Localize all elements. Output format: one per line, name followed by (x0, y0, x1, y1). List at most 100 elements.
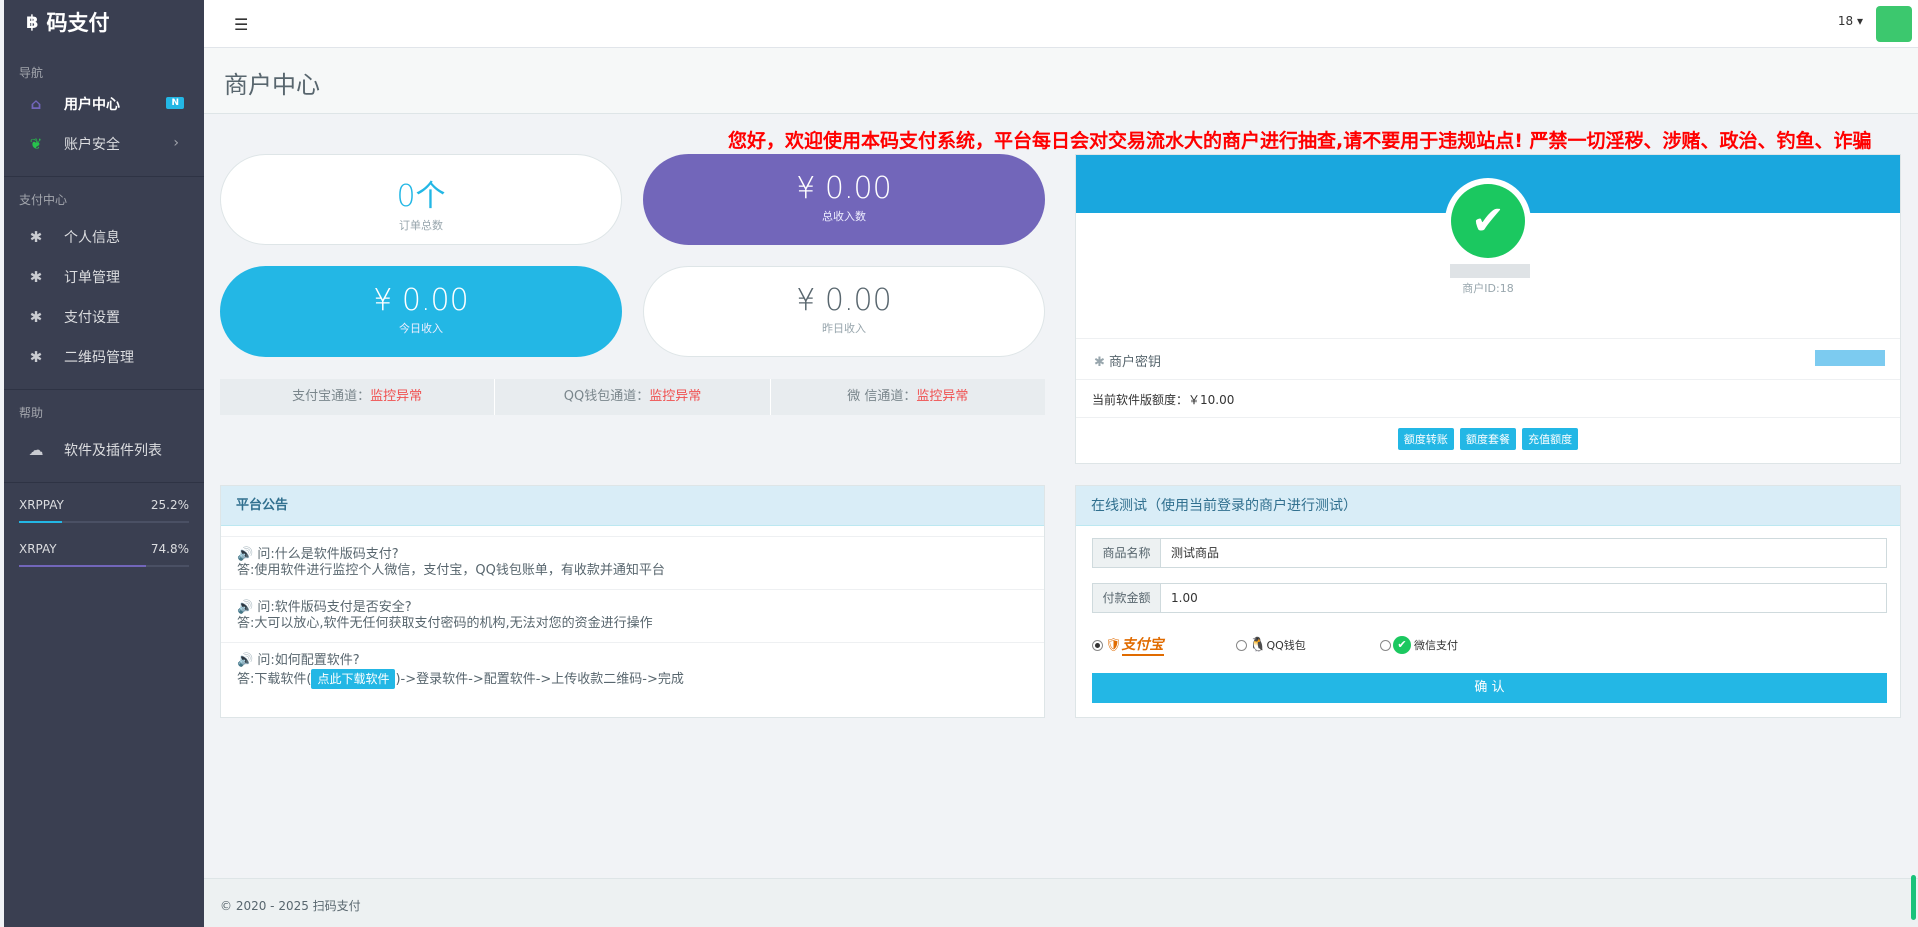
blurred-secret (1815, 350, 1885, 366)
gear-icon: ✱ (29, 228, 43, 246)
asterisk-icon: ✱ (1094, 355, 1110, 370)
notice-marquee: 您好，欢迎使用本码支付系统，平台每日会对交易流水大的商户进行抽查,请不要用于违规… (728, 130, 1872, 152)
speaker-icon: 🔊 (237, 547, 258, 562)
confirm-button[interactable]: 确 认 (1092, 673, 1887, 703)
faq-item: 🔊 问:如何配置软件? 答:下载软件(点此下载软件)->登录软件->配置软件->… (221, 642, 1044, 699)
divider (1076, 379, 1900, 380)
faq-item: 🔊 问:软件版码支付是否安全? 答:大可以放心,软件无任何获取支付密码的机构,无… (221, 589, 1044, 642)
sidebar-item-user-center[interactable]: ⌂ 用户中心 N (4, 84, 204, 124)
qq-penguin-icon: 🐧 (1249, 637, 1267, 653)
footer: © 2020 - 2025 扫码支付 (204, 878, 1918, 927)
page-title: 商户中心 (224, 71, 320, 99)
progress-label: XRPPAY (19, 498, 64, 512)
channel-alipay: 支付宝通道：监控异常 (220, 379, 496, 415)
panel-title: 在线测试（使用当前登录的商户进行测试） (1076, 486, 1900, 526)
stat-value: ¥ 0.00 (373, 283, 469, 318)
pay-section-title: 支付中心 (19, 193, 68, 207)
alipay-shield-icon: 🛡 (1105, 637, 1122, 653)
sidebar-item-label: 个人信息 (64, 230, 120, 246)
profile-card: ✔ 商户ID:18 ✱ 商户密钥 当前软件版额度：￥10.00 额度转账 额度套… (1075, 154, 1901, 464)
sidebar-item-label: 用户中心 (64, 97, 120, 113)
radio-button[interactable] (1380, 639, 1391, 651)
sidebar-item-label: 软件及插件列表 (64, 443, 162, 459)
speaker-icon: 🔊 (237, 653, 258, 668)
pay-option-wechat[interactable]: ✔ 微信支付 (1380, 634, 1524, 656)
stat-value: ¥ 0.00 (796, 283, 892, 318)
divider (1076, 417, 1900, 418)
nav-section-title: 导航 (19, 66, 44, 80)
faq-item: 🔊 问:什么是软件版码支付? 答:使用软件进行监控个人微信，支付宝，QQ钱包账单… (221, 536, 1044, 589)
channel-name: 微 信通道： (847, 389, 917, 404)
sidebar-item-qrcode[interactable]: ✱ 二维码管理 (4, 337, 204, 377)
faq-question: 🔊 问:如何配置软件? (237, 653, 360, 668)
channel-name: 支付宝通道： (292, 389, 371, 404)
brand-logo[interactable]: ฿ 码支付 (4, 0, 204, 44)
sidebar: ฿ 码支付 导航 ⌂ 用户中心 N ❦ 账户安全 › 支付中心 ✱ 个人信息 ✱… (4, 0, 204, 927)
radio-button[interactable] (1236, 639, 1247, 651)
product-name-label: 商品名称 (1093, 539, 1161, 567)
blurred-username (1450, 264, 1530, 278)
help-section-title: 帮助 (19, 406, 44, 420)
channel-status: 监控异常 (370, 389, 423, 404)
gear-icon: ✱ (29, 348, 43, 366)
pay-option-qq[interactable]: 🐧 QQ钱包 (1236, 634, 1380, 656)
pay-method-group: 🛡 支付宝 🐧 QQ钱包 ✔ 微信支付 (1092, 634, 1524, 656)
panel-title: 平台公告 (221, 486, 1044, 526)
sidebar-item-software-list[interactable]: ☁ 软件及插件列表 (4, 430, 204, 470)
download-software-button[interactable]: 点此下载软件 (311, 669, 396, 689)
gear-icon: ✱ (29, 268, 43, 286)
progress-percent: 25.2% (150, 498, 189, 512)
sidebar-item-orders[interactable]: ✱ 订单管理 (4, 257, 204, 297)
radio-button[interactable] (1092, 639, 1103, 651)
stat-today-income: ¥ 0.00 今日收入 (220, 266, 622, 357)
recharge-quota-button[interactable]: 充值额度 (1522, 428, 1579, 450)
brand-name: 码支付 (46, 11, 110, 35)
channel-status: 监控异常 (916, 389, 969, 404)
page-header: 商户中心 (204, 48, 1918, 114)
stat-order-count: 0个 订单总数 (220, 154, 622, 245)
progress-label: XRPAY (19, 542, 57, 556)
progress-bar (19, 521, 189, 523)
menu-toggle-icon[interactable]: ☰ (234, 15, 248, 34)
faq-answer: 答:大可以放心,软件无任何获取支付密码的机构,无法对您的资金进行操作 (237, 616, 653, 631)
sidebar-item-profile[interactable]: ✱ 个人信息 (4, 217, 204, 257)
gear-icon: ✱ (29, 308, 43, 326)
check-icon: ✔ (1451, 184, 1525, 258)
bitcoin-icon: ฿ (26, 11, 39, 33)
merchant-secret-label: ✱ 商户密钥 (1094, 355, 1162, 370)
avatar[interactable] (1876, 6, 1912, 42)
sidebar-item-label: 支付设置 (64, 310, 120, 326)
quota-transfer-button[interactable]: 额度转账 (1397, 428, 1454, 450)
channel-wechat: 微 信通道：监控异常 (771, 379, 1045, 415)
faq-answer: 答:使用软件进行监控个人微信，支付宝，QQ钱包账单，有收款并通知平台 (237, 563, 665, 578)
progress-row: XRPAY 74.8% (19, 539, 189, 559)
progress-list: XRPPAY 25.2% XRPAY 74.8% (4, 495, 204, 567)
sidebar-item-label: 账户安全 (64, 137, 120, 153)
user-dropdown[interactable]: 18 ▾ (1838, 14, 1863, 28)
wechat-check-icon: ✔ (1393, 636, 1411, 654)
quota-package-button[interactable]: 额度套餐 (1460, 428, 1516, 450)
amount-input[interactable]: 1.00 (1161, 584, 1886, 612)
product-name-input[interactable]: 测试商品 (1161, 539, 1886, 567)
channel-name: QQ钱包通道： (563, 389, 650, 404)
sidebar-item-label: 订单管理 (64, 270, 120, 286)
stat-label: 总收入数 (822, 210, 866, 223)
stat-label: 今日收入 (399, 322, 443, 335)
scrollbar-thumb[interactable] (1911, 875, 1916, 920)
sidebar-item-account-security[interactable]: ❦ 账户安全 › (4, 124, 204, 164)
faq-question: 🔊 问:软件版码支付是否安全? (237, 600, 412, 615)
divider (1076, 338, 1900, 339)
quota-text: 当前软件版额度：￥10.00 (1092, 393, 1235, 407)
stat-label: 订单总数 (399, 219, 443, 232)
amount-label: 付款金额 (1093, 584, 1161, 612)
progress-bar (19, 565, 189, 567)
quota-actions: 额度转账 额度套餐 充值额度 (1076, 428, 1900, 450)
qq-label: QQ钱包 (1266, 639, 1306, 652)
progress-fill (19, 565, 147, 567)
sidebar-item-pay-settings[interactable]: ✱ 支付设置 (4, 297, 204, 337)
speaker-icon: 🔊 (237, 600, 258, 615)
new-badge: N (166, 97, 184, 109)
pay-option-alipay[interactable]: 🛡 支付宝 (1092, 634, 1236, 656)
top-bar: ☰ 18 ▾ (204, 0, 1918, 48)
stat-value: 0个 (396, 179, 446, 214)
